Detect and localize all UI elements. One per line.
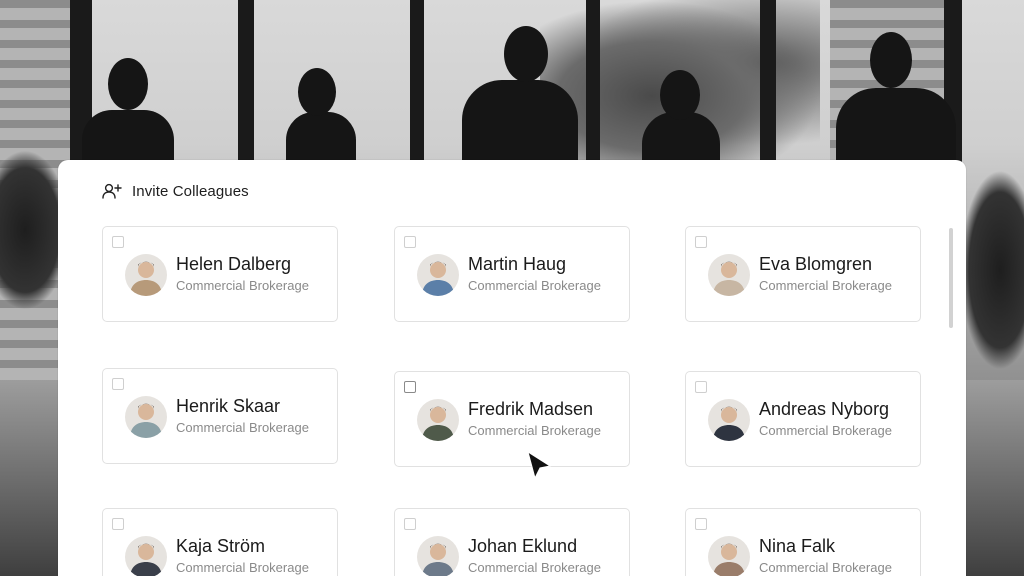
select-checkbox[interactable] bbox=[695, 518, 707, 530]
colleague-name: Nina Falk bbox=[759, 536, 836, 556]
person-silhouette bbox=[660, 70, 700, 120]
select-checkbox[interactable] bbox=[112, 518, 124, 530]
colleague-name: Fredrik Madsen bbox=[468, 399, 594, 419]
person-silhouette bbox=[108, 58, 148, 110]
colleague-name: Helen Dalberg bbox=[176, 254, 292, 274]
colleague-card[interactable]: Martin Haug Commercial Brokerage bbox=[394, 226, 630, 322]
colleague-name: Martin Haug bbox=[468, 254, 567, 274]
avatar bbox=[125, 254, 167, 296]
person-silhouette bbox=[870, 32, 912, 88]
panel-title: Invite Colleagues bbox=[132, 182, 249, 200]
person-silhouette bbox=[298, 68, 336, 116]
panel-header: Invite Colleagues bbox=[102, 182, 249, 200]
person-silhouette bbox=[836, 88, 956, 170]
avatar bbox=[417, 399, 459, 441]
colleague-role: Commercial Brokerage bbox=[759, 560, 892, 575]
colleague-role: Commercial Brokerage bbox=[759, 278, 892, 293]
select-checkbox[interactable] bbox=[695, 381, 707, 393]
colleague-card[interactable]: Henrik Skaar Commercial Brokerage bbox=[102, 368, 338, 464]
colleague-name: Johan Eklund bbox=[468, 536, 578, 556]
colleague-card[interactable]: Kaja Ström Commercial Brokerage bbox=[102, 508, 338, 576]
colleague-role: Commercial Brokerage bbox=[176, 420, 309, 435]
plant bbox=[960, 170, 1024, 370]
mouse-cursor-icon bbox=[526, 450, 554, 482]
colleague-role: Commercial Brokerage bbox=[468, 278, 601, 293]
colleague-role: Commercial Brokerage bbox=[468, 560, 601, 575]
select-checkbox[interactable] bbox=[695, 236, 707, 248]
select-checkbox[interactable] bbox=[112, 236, 124, 248]
colleague-card[interactable]: Helen Dalberg Commercial Brokerage bbox=[102, 226, 338, 322]
add-user-icon bbox=[102, 182, 122, 200]
colleague-card[interactable]: Fredrik Madsen Commercial Brokerage bbox=[394, 371, 630, 467]
colleague-name: Andreas Nyborg bbox=[759, 399, 890, 419]
colleague-card[interactable]: Andreas Nyborg Commercial Brokerage bbox=[685, 371, 921, 467]
scrollbar[interactable] bbox=[949, 228, 953, 328]
colleague-role: Commercial Brokerage bbox=[759, 423, 892, 438]
invite-panel: Invite Colleagues Helen Dalberg Commerci… bbox=[58, 160, 966, 576]
select-checkbox[interactable] bbox=[404, 381, 416, 393]
select-checkbox[interactable] bbox=[404, 518, 416, 530]
colleague-role: Commercial Brokerage bbox=[176, 560, 309, 575]
person-silhouette bbox=[504, 26, 548, 82]
avatar bbox=[708, 536, 750, 576]
avatar bbox=[417, 254, 459, 296]
colleague-card[interactable]: Johan Eklund Commercial Brokerage bbox=[394, 508, 630, 576]
avatar bbox=[708, 254, 750, 296]
avatar bbox=[708, 399, 750, 441]
person-silhouette bbox=[462, 80, 578, 170]
colleague-name: Henrik Skaar bbox=[176, 396, 281, 416]
colleague-name: Eva Blomgren bbox=[759, 254, 873, 274]
avatar bbox=[125, 536, 167, 576]
colleague-card[interactable]: Nina Falk Commercial Brokerage bbox=[685, 508, 921, 576]
colleague-role: Commercial Brokerage bbox=[176, 278, 309, 293]
avatar bbox=[417, 536, 459, 576]
colleague-card[interactable]: Eva Blomgren Commercial Brokerage bbox=[685, 226, 921, 322]
select-checkbox[interactable] bbox=[404, 236, 416, 248]
colleague-name: Kaja Ström bbox=[176, 536, 266, 556]
select-checkbox[interactable] bbox=[112, 378, 124, 390]
colleague-role: Commercial Brokerage bbox=[468, 423, 601, 438]
avatar bbox=[125, 396, 167, 438]
